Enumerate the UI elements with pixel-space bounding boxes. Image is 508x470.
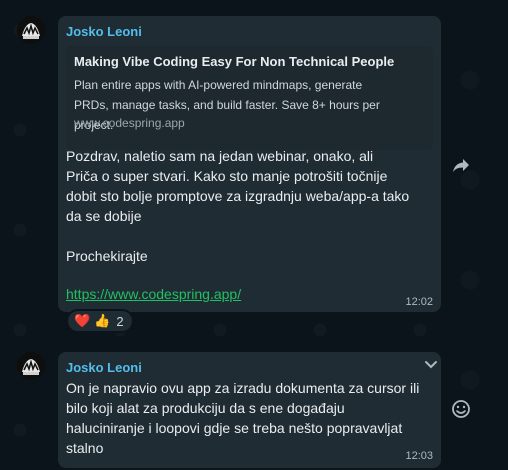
link-preview[interactable]: Making Vibe Coding Easy For Non Technica… [66,46,433,150]
message-line: On je napravio ovu app za izradu dokumen… [66,380,420,396]
message-line: da se dobije [66,208,142,224]
message-line: stalno [66,440,104,456]
forward-button[interactable] [446,150,476,180]
heart-reaction[interactable]: ❤️ [74,313,90,329]
thumbs-up-reaction[interactable]: 👍 [94,313,110,329]
message-line: Prochekirajte [66,248,148,264]
link-preview-title: Making Vibe Coding Easy For Non Technica… [74,54,395,69]
message-line: dobit sto bolje promptove za izgradnju w… [66,188,410,204]
chevron-down-icon[interactable] [424,360,438,370]
message-link[interactable]: https://www.codespring.app/ [66,286,241,302]
message-line: bilo koji alat za produkciju da s ene do… [66,400,345,416]
message-line: haluciniranje i loopovi gdje se treba ne… [66,420,403,436]
avatar[interactable] [17,16,45,44]
reactions-bar[interactable]: ❤️ 👍 2 [66,309,134,333]
emoji-icon[interactable] [450,398,472,420]
sender-name[interactable]: Josko Leoni [66,24,142,39]
reaction-count: 2 [116,313,124,329]
avatar-image [17,352,45,380]
link-preview-url: www.codespring.app [74,116,185,130]
message-bubble[interactable]: Josko Leoni Making Vibe Coding Easy For … [58,16,441,312]
message-line: Pozdrav, naletio sam na jedan webinar, o… [66,148,374,164]
forward-icon [453,159,469,172]
sender-name[interactable]: Josko Leoni [66,360,142,375]
message-timestamp: 12:02 [405,296,433,308]
avatar-image [17,16,45,44]
avatar[interactable] [17,352,45,380]
message-line: Priča o super stvari. Kako sto manje pot… [66,168,388,184]
message-bubble[interactable]: Josko Leoni On je napravio ovu app za iz… [58,352,441,468]
message-timestamp: 12:03 [405,450,433,462]
